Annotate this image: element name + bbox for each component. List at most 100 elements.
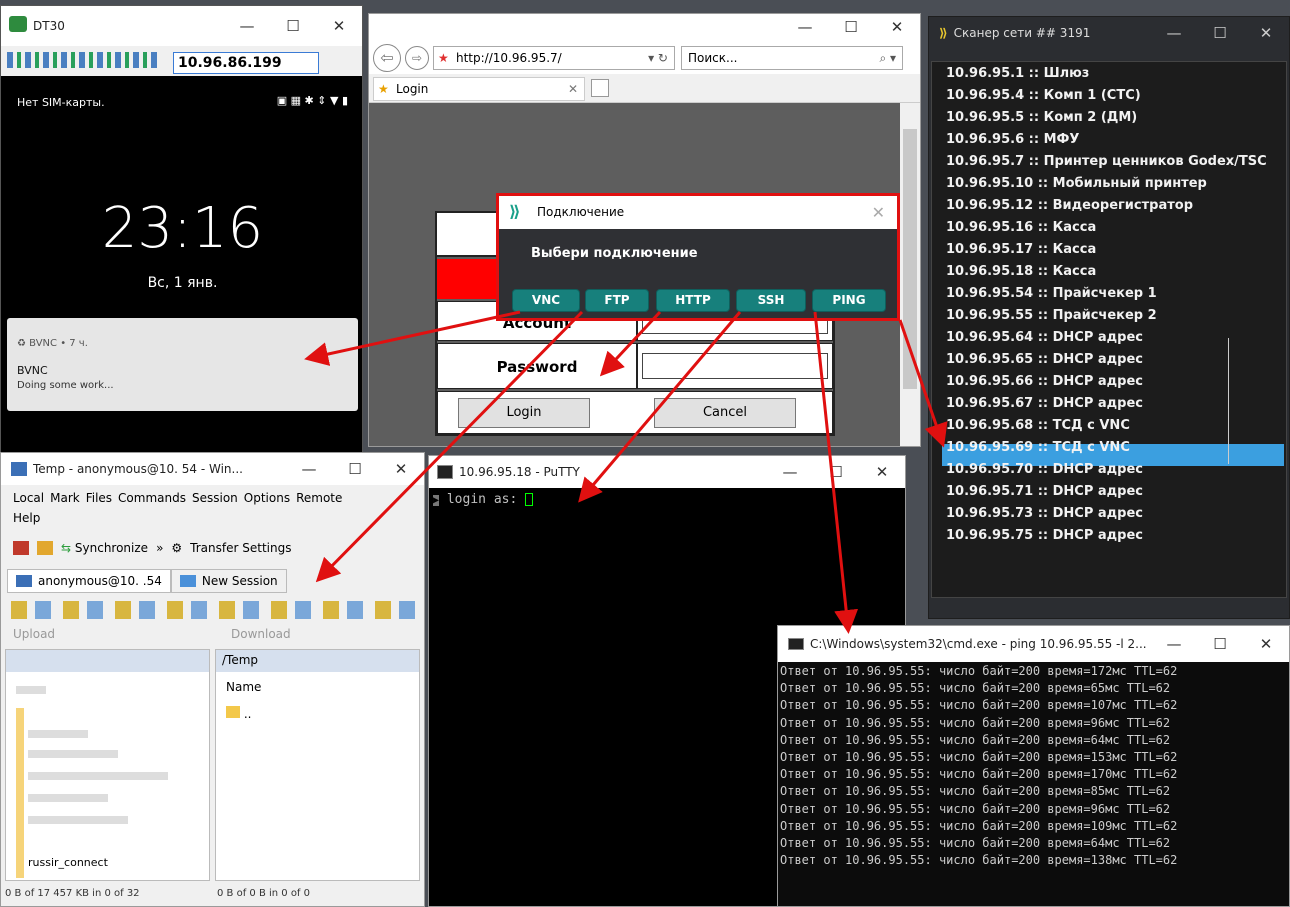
host-row[interactable]: 10.96.95.64 :: DHCP адрес <box>946 330 1143 345</box>
close-button[interactable]: ✕ <box>316 17 362 35</box>
chevron-icon[interactable]: » <box>156 541 163 555</box>
maximize-button[interactable]: ☐ <box>828 18 874 36</box>
host-row[interactable]: 10.96.95.70 :: DHCP адрес <box>946 462 1143 477</box>
compare-icon[interactable] <box>13 541 29 555</box>
menu-files[interactable]: Files <box>86 491 112 505</box>
minimize-button[interactable]: — <box>286 460 332 478</box>
menu-options[interactable]: Options <box>244 491 290 505</box>
host-row[interactable]: 10.96.95.66 :: DHCP адрес <box>946 374 1143 389</box>
scanner-titlebar: ⟫ Сканер сети ## 3191 — ☐ ✕ <box>929 17 1289 49</box>
close-button[interactable]: ✕ <box>1243 635 1289 653</box>
parent-dir-item[interactable]: .. <box>226 706 251 721</box>
host-row[interactable]: 10.96.95.75 :: DHCP адрес <box>946 528 1143 543</box>
maximize-button[interactable]: ☐ <box>332 460 378 478</box>
notification-card[interactable]: ♻ BVNC • 7 ч. BVNC Doing some work... <box>7 318 358 411</box>
menu-session[interactable]: Session <box>192 491 238 505</box>
host-row[interactable]: 10.96.95.6 :: МФУ <box>946 132 1079 147</box>
tab-login[interactable]: ★ Login ✕ <box>373 77 585 101</box>
close-button[interactable]: ✕ <box>874 18 920 36</box>
host-row[interactable]: 10.96.95.69 :: ТСД с VNC <box>946 440 1130 455</box>
close-icon[interactable]: ✕ <box>872 203 885 222</box>
address-bar[interactable]: ★ http://10.96.95.7/ ▾ ↻ <box>433 46 675 70</box>
browser-titlebar: — ☐ ✕ <box>369 14 920 42</box>
star-icon: ★ <box>438 51 449 65</box>
remote-panel[interactable]: /Temp Name .. <box>215 649 420 881</box>
menu-commands[interactable]: Commands <box>118 491 186 505</box>
vnc-button[interactable]: VNC <box>512 289 580 312</box>
host-row[interactable]: 10.96.95.1 :: Шлюз <box>946 66 1089 81</box>
toolbar-icons[interactable] <box>7 52 157 68</box>
minimize-button[interactable]: — <box>224 17 270 35</box>
password-input[interactable] <box>642 353 828 379</box>
sim-status: Нет SIM-карты. <box>17 96 105 109</box>
status-remote: 0 B of 0 B in 0 of 0 <box>217 888 310 899</box>
sync-button[interactable]: ⇆ Synchronize <box>61 541 148 555</box>
divider <box>1228 338 1229 464</box>
close-tab-icon[interactable]: ✕ <box>568 78 578 100</box>
terminal-output[interactable]: ▶ login as: <box>433 492 534 507</box>
tab-new-session[interactable]: New Session <box>170 569 287 593</box>
column-name[interactable]: Name <box>226 680 261 694</box>
host-row[interactable]: 10.96.95.54 :: Прайсчекер 1 <box>946 286 1157 301</box>
local-folder-item[interactable]: russir_connect <box>28 856 108 869</box>
host-row[interactable]: 10.96.95.55 :: Прайсчекер 2 <box>946 308 1157 323</box>
minimize-button[interactable]: — <box>767 463 813 481</box>
ping-reply-line: Ответ от 10.96.95.55: число байт=200 вре… <box>780 853 1178 868</box>
host-row[interactable]: 10.96.95.67 :: DHCP адрес <box>946 396 1143 411</box>
upload-button[interactable]: Upload <box>13 627 55 641</box>
refresh-icon[interactable]: ▾ ↻ <box>648 47 668 69</box>
http-button[interactable]: HTTP <box>656 289 730 312</box>
new-tab-icon[interactable] <box>591 79 609 97</box>
download-button[interactable]: Download <box>231 627 291 641</box>
cancel-button[interactable]: Cancel <box>654 398 796 428</box>
host-row[interactable]: 10.96.95.73 :: DHCP адрес <box>946 506 1143 521</box>
ssh-button[interactable]: SSH <box>736 289 806 312</box>
ping-button[interactable]: PING <box>812 289 886 312</box>
browser-scrollbar[interactable] <box>900 103 920 446</box>
host-row[interactable]: 10.96.95.65 :: DHCP адрес <box>946 352 1143 367</box>
minimize-button[interactable]: — <box>782 18 828 36</box>
minimize-button[interactable]: — <box>1151 24 1197 42</box>
ping-reply-line: Ответ от 10.96.95.55: число байт=200 вре… <box>780 784 1171 799</box>
search-icon[interactable]: ⌕ ▾ <box>879 47 896 69</box>
host-list[interactable]: 10.96.95.1 :: Шлюз10.96.95.4 :: Комп 1 (… <box>931 61 1287 598</box>
search-box[interactable]: Поиск... ⌕ ▾ <box>681 46 903 70</box>
close-button[interactable]: ✕ <box>378 460 424 478</box>
transfer-settings[interactable]: Transfer Settings <box>190 541 291 555</box>
menu-remote[interactable]: Remote <box>296 491 342 505</box>
host-row[interactable]: 10.96.95.10 :: Мобильный принтер <box>946 176 1207 191</box>
host-row[interactable]: 10.96.95.68 :: ТСД с VNC <box>946 418 1130 433</box>
gear-icon[interactable]: ⚙ <box>171 541 182 555</box>
host-row[interactable]: 10.96.95.12 :: Видеорегистратор <box>946 198 1193 213</box>
maximize-button[interactable]: ☐ <box>1197 24 1243 42</box>
maximize-button[interactable]: ☐ <box>813 463 859 481</box>
winscp-title: Temp - anonymous@10. 54 - Win... <box>33 462 243 476</box>
maximize-button[interactable]: ☐ <box>270 17 316 35</box>
close-button[interactable]: ✕ <box>859 463 905 481</box>
network-scanner-window: ⟫ Сканер сети ## 3191 — ☐ ✕ 10.96.95.1 :: … <box>928 16 1290 619</box>
ftp-button[interactable]: FTP <box>585 289 649 312</box>
login-button[interactable]: Login <box>458 398 590 428</box>
local-panel[interactable]: russir_connect <box>5 649 210 881</box>
menu-help[interactable]: Help <box>13 511 40 525</box>
back-icon[interactable]: ⇦ <box>373 44 401 72</box>
host-row[interactable]: 10.96.95.5 :: Комп 2 (ДМ) <box>946 110 1137 125</box>
host-row[interactable]: 10.96.95.17 :: Касса <box>946 242 1096 257</box>
host-row[interactable]: 10.96.95.16 :: Касса <box>946 220 1096 235</box>
ip-field[interactable]: 10.96.86.199 <box>173 52 319 74</box>
sync-browse-icon[interactable] <box>37 541 53 555</box>
host-row[interactable]: 10.96.95.7 :: Принтер ценников Godex/TSC <box>946 154 1267 169</box>
menu-local[interactable]: Local <box>13 491 44 505</box>
phone-titlebar: DT30 — ☐ ✕ <box>1 6 362 46</box>
host-row[interactable]: 10.96.95.4 :: Комп 1 (СТС) <box>946 88 1141 103</box>
host-row[interactable]: 10.96.95.71 :: DHCP адрес <box>946 484 1143 499</box>
maximize-button[interactable]: ☐ <box>1197 635 1243 653</box>
host-row[interactable]: 10.96.95.18 :: Касса <box>946 264 1096 279</box>
panel-toolbars[interactable] <box>11 601 416 619</box>
menu-mark[interactable]: Mark <box>50 491 80 505</box>
minimize-button[interactable]: — <box>1151 635 1197 653</box>
ping-reply-line: Ответ от 10.96.95.55: число байт=200 вре… <box>780 664 1178 678</box>
forward-icon[interactable]: ⇨ <box>405 46 429 70</box>
close-button[interactable]: ✕ <box>1243 24 1289 42</box>
tab-session[interactable]: anonymous@10. .54 <box>7 569 171 593</box>
